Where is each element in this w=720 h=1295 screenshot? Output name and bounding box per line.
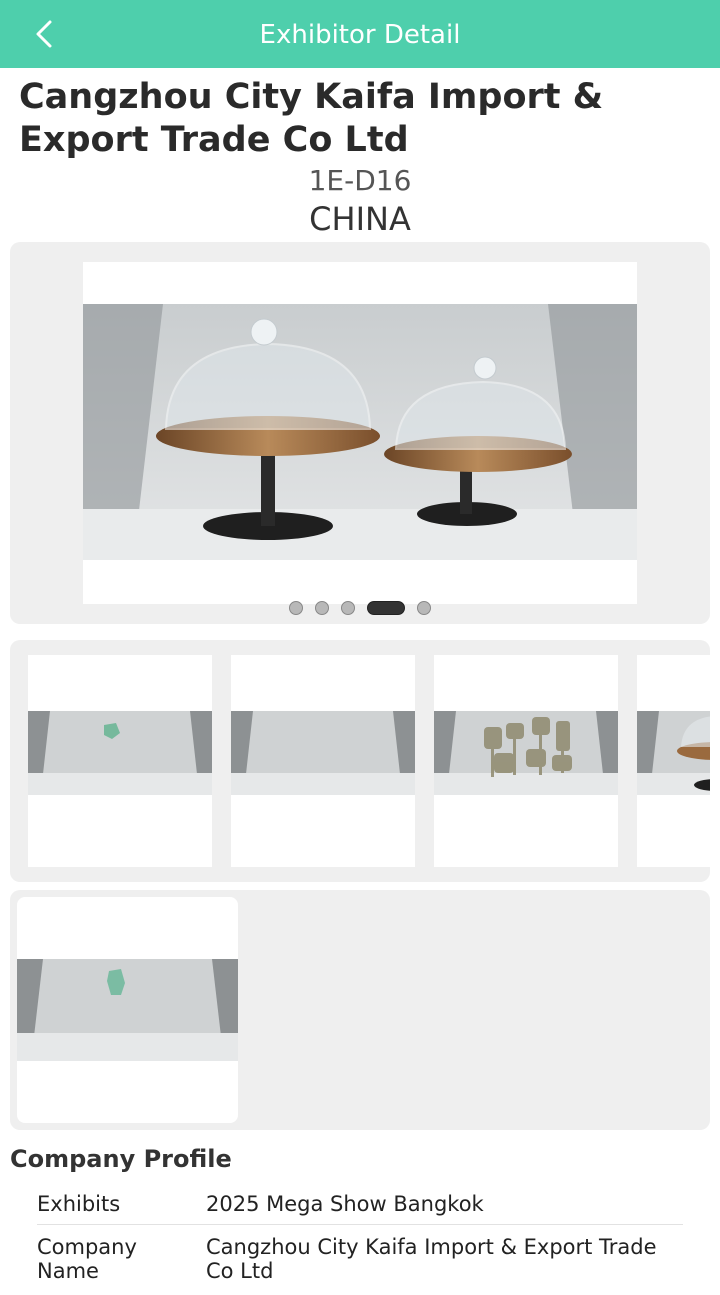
thumbnail-strip[interactable] <box>10 640 710 882</box>
exhibitor-country: CHINA <box>309 200 411 238</box>
thumbnail-image[interactable] <box>17 897 238 1123</box>
carousel-dot[interactable] <box>341 600 355 615</box>
additional-images <box>10 890 710 1130</box>
booth-number: 1E-D16 <box>308 164 412 197</box>
section-heading-company-profile: Company Profile <box>10 1145 232 1173</box>
carousel-pagination <box>10 597 710 615</box>
carousel-dot[interactable] <box>289 600 303 615</box>
thumbnail-image[interactable] <box>637 655 710 867</box>
image-carousel <box>10 242 710 624</box>
carousel-dot-active[interactable] <box>367 600 405 615</box>
thumbnail-image[interactable] <box>28 655 212 867</box>
carousel-dot[interactable] <box>417 600 431 615</box>
profile-row-value: Cangzhou City Kaifa Import & Export Trad… <box>206 1235 657 1283</box>
carousel-dot[interactable] <box>315 600 329 615</box>
app-header: Exhibitor Detail <box>0 0 720 68</box>
profile-row-label: Exhibits <box>37 1192 121 1216</box>
carousel-slide[interactable] <box>83 262 637 604</box>
exhibitor-name: Cangzhou City Kaifa Import & Export Trad… <box>19 77 604 160</box>
thumbnail-image[interactable] <box>434 655 618 867</box>
profile-row-label: Company Name <box>37 1235 137 1283</box>
thumbnail-image[interactable] <box>231 655 415 867</box>
profile-row-value: 2025 Mega Show Bangkok <box>206 1192 484 1216</box>
profile-row-exhibits: Exhibits 2025 Mega Show Bangkok <box>37 1192 683 1225</box>
profile-row-company-name: Company Name Cangzhou City Kaifa Import … <box>37 1235 683 1295</box>
product-photo <box>83 304 637 560</box>
page-title: Exhibitor Detail <box>259 20 461 50</box>
